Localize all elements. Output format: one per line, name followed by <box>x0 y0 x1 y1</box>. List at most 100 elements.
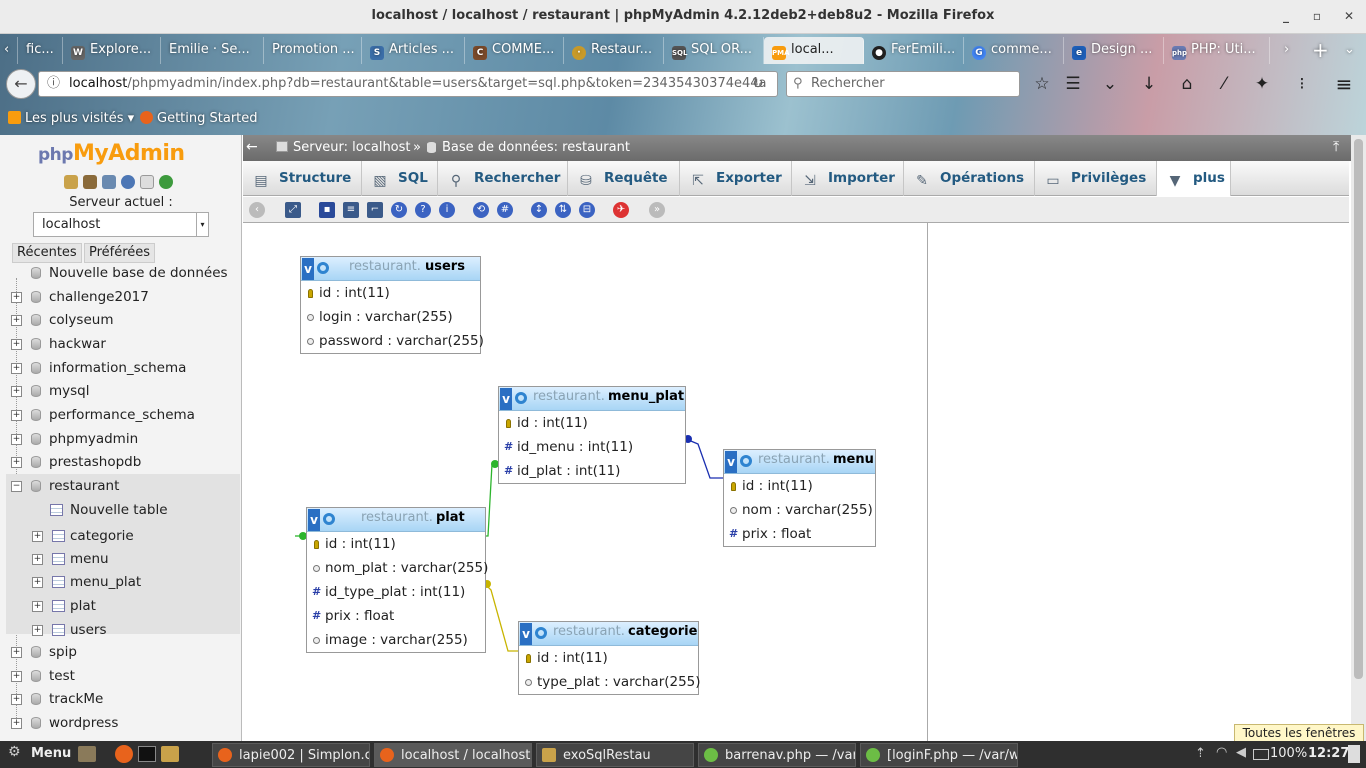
expand-icon[interactable]: + <box>11 292 22 303</box>
bookmark-most-visited[interactable]: Les plus visités ▾ <box>8 111 134 126</box>
dropper-icon[interactable]: ⁄ <box>1212 72 1236 96</box>
browser-tab-active[interactable]: PMAlocal... <box>764 37 864 64</box>
fullscreen-icon[interactable]: ⤢ <box>285 202 301 218</box>
sidebar-table-menu_plat[interactable]: menu_plat <box>70 571 141 593</box>
sidebar-db-trackMe[interactable]: trackMe <box>49 688 103 710</box>
browser-tab[interactable]: S Articles ... <box>362 37 465 64</box>
sidebar-table-categorie[interactable]: categorie <box>70 525 134 547</box>
gear-icon[interactable] <box>740 455 752 467</box>
browser-tab[interactable]: php PHP: Uti... <box>1164 37 1270 64</box>
close-button[interactable]: ✕ <box>1334 0 1364 32</box>
table-column[interactable]: # prix : float <box>307 604 485 628</box>
sidebar-table-users[interactable]: users <box>70 619 106 641</box>
designer-table-users[interactable]: v restaurant. users id : int(11) login : v… <box>300 256 484 354</box>
reload-nav-icon[interactable] <box>159 175 173 189</box>
table-column[interactable]: nom_plat : varchar(255) <box>307 556 488 580</box>
sidebar-new-database[interactable]: Nouvelle base de données <box>49 262 228 284</box>
browser-tab[interactable]: W Explore... <box>63 37 161 64</box>
toggle-menu-icon[interactable]: ‹ <box>249 202 265 218</box>
files-icon[interactable] <box>161 746 179 762</box>
sidebar-db-challenge2017[interactable]: challenge2017 <box>49 286 149 308</box>
reload-icon[interactable]: ↻ <box>391 202 407 218</box>
expand-icon[interactable]: + <box>11 457 22 468</box>
reload-icon[interactable]: ↻ <box>752 76 764 92</box>
relation-icon[interactable]: ⌐ <box>367 202 383 218</box>
sidebar-db-test[interactable]: test <box>49 665 75 687</box>
taskbar-window[interactable]: exoSqlRestau <box>536 743 694 767</box>
tab-more[interactable]: ▼ plus <box>1157 161 1231 196</box>
designer-table-categorie[interactable]: v restaurant. categorie id : int(11) type_… <box>518 621 701 695</box>
home-icon[interactable] <box>64 175 78 189</box>
server-select[interactable]: localhost ▾ <box>33 212 209 237</box>
collapse-icon[interactable]: − <box>11 481 22 492</box>
wifi-icon[interactable]: ◠ <box>1216 745 1227 760</box>
expand-icon[interactable]: + <box>32 577 43 588</box>
designer-table-plat[interactable]: v restaurant. plat id : int(11) nom_plat :… <box>306 507 488 653</box>
favorites-tab[interactable]: Préférées <box>84 243 156 263</box>
expand-icon[interactable]: + <box>11 647 22 658</box>
tab-scroll-right[interactable]: › <box>1276 37 1300 64</box>
sidebar-db-spip[interactable]: spip <box>49 641 77 663</box>
phpmyadmin-logo[interactable]: phpMyAdmin <box>38 141 185 166</box>
back-button[interactable]: ← <box>6 69 36 99</box>
collapse-nav-icon[interactable]: ← <box>246 135 258 160</box>
gear-icon[interactable] <box>535 627 547 639</box>
tab-export[interactable]: ⇱ Exporter <box>680 161 792 196</box>
grid-icon[interactable]: # <box>497 202 513 218</box>
sidebar-db-mysql[interactable]: mysql <box>49 380 90 402</box>
browser-tab[interactable]: e Design ... <box>1064 37 1164 64</box>
tab-scroll-left[interactable]: ‹ <box>0 37 18 64</box>
browser-tab[interactable]: ● FerEmili... <box>864 37 964 64</box>
sidebar-db-information_schema[interactable]: information_schema <box>49 357 186 379</box>
extension2-icon[interactable]: ⁝ <box>1290 72 1314 96</box>
expand-icon[interactable]: + <box>11 363 22 374</box>
expand-icon[interactable]: + <box>11 339 22 350</box>
designer-table-menu_plat[interactable]: v restaurant. menu_plat id : int(11) # id_m… <box>498 386 686 484</box>
table-column[interactable]: # id_plat : int(11) <box>499 459 685 483</box>
table-column[interactable]: id : int(11) <box>724 474 875 498</box>
tab-query[interactable]: ⛁ Requête <box>568 161 680 196</box>
vertical-scrollbar[interactable] <box>1351 135 1366 741</box>
expand-icon[interactable]: + <box>11 671 22 682</box>
expand-icon[interactable]: + <box>32 625 43 636</box>
minimize-button[interactable]: _ <box>1271 0 1301 32</box>
sidebar-table-plat[interactable]: plat <box>70 595 96 617</box>
gear-icon[interactable] <box>317 262 329 274</box>
expand-icon[interactable]: + <box>32 601 43 612</box>
logout-icon[interactable] <box>83 175 97 189</box>
extension-icon[interactable]: ✦ <box>1250 72 1274 96</box>
gear-icon[interactable] <box>515 392 527 404</box>
table-column[interactable]: id : int(11) <box>519 646 698 670</box>
table-column[interactable]: id : int(11) <box>307 532 485 556</box>
collapse-top-icon[interactable]: ⤒ <box>1333 135 1339 160</box>
table-column[interactable]: # prix : float <box>724 522 875 546</box>
start-menu[interactable]: Menu <box>31 746 71 761</box>
toggle-columns-icon[interactable]: v <box>520 623 532 645</box>
save-icon[interactable]: ▪ <box>319 202 335 218</box>
sidebar-db-performance_schema[interactable]: performance_schema <box>49 404 195 426</box>
downloads-icon[interactable]: ↓ <box>1137 72 1161 96</box>
tab-structure[interactable]: ▤ Structure <box>243 161 362 196</box>
menu-icon[interactable]: ⚙ <box>8 744 21 760</box>
table-column[interactable]: # id_menu : int(11) <box>499 435 685 459</box>
info-icon[interactable]: i <box>439 202 455 218</box>
tab-import[interactable]: ⇲ Importer <box>792 161 904 196</box>
info-icon[interactable]: ⓘ <box>47 72 60 96</box>
browser-tab[interactable]: · Restaur... <box>564 37 664 64</box>
breadcrumb-server[interactable]: Serveur: localhost <box>293 135 411 160</box>
firefox-launcher-icon[interactable] <box>115 745 133 763</box>
recent-tab[interactable]: Récentes <box>12 243 82 263</box>
taskbar-window[interactable]: barrenav.php — /var... <box>698 743 856 767</box>
table-column[interactable]: # id_type_plat : int(11) <box>307 580 485 604</box>
pdf-icon[interactable]: ⊟ <box>579 202 595 218</box>
sidebar-db-wordpress[interactable]: wordpress <box>49 712 118 734</box>
table-column[interactable]: password : varchar(255) <box>301 329 484 353</box>
expand-icon[interactable]: + <box>11 694 22 705</box>
clock[interactable]: 12:27 <box>1308 746 1349 761</box>
terminal-icon[interactable] <box>138 746 156 762</box>
small-big-icon[interactable]: ↕ <box>531 202 547 218</box>
pocket-icon[interactable]: ⌄ <box>1098 72 1122 96</box>
help-icon[interactable] <box>121 175 135 189</box>
bookmark-star-icon[interactable]: ☆ <box>1030 72 1054 96</box>
table-column[interactable]: type_plat : varchar(255) <box>519 670 701 694</box>
